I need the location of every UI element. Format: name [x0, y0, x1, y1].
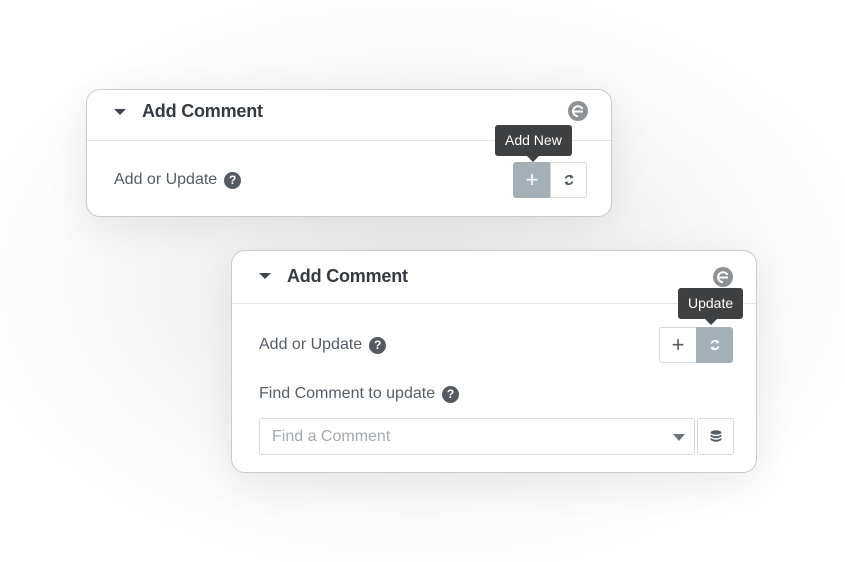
help-icon[interactable]: ?	[442, 385, 460, 403]
add-comment-panel-add: Add Comment Add or Update ? Add New +	[86, 89, 612, 217]
plus-icon: +	[525, 167, 539, 192]
field-label-text: Find Comment to update	[259, 385, 436, 402]
refresh-icon	[710, 339, 719, 351]
plus-icon: +	[671, 332, 685, 357]
add-or-update-toggle: +	[513, 162, 587, 198]
refresh-icon	[564, 174, 573, 186]
panel-title: Add Comment	[287, 266, 408, 286]
update-button[interactable]	[696, 327, 733, 363]
tooltip-update: Update	[678, 288, 744, 325]
database-icon	[710, 429, 721, 442]
add-or-update-toggle: +	[659, 327, 733, 363]
tooltip-add-new: Add New	[495, 125, 572, 162]
panel-title: Add Comment	[142, 101, 263, 121]
elementor-logo-icon	[713, 267, 733, 287]
find-comment-select[interactable]: Find a Comment	[259, 418, 695, 455]
caret-down-icon[interactable]	[114, 109, 126, 115]
caret-down-icon[interactable]	[259, 273, 271, 279]
find-comment-placeholder: Find a Comment	[272, 428, 391, 445]
add-new-button[interactable]: +	[513, 162, 550, 198]
dynamic-tags-button[interactable]	[697, 418, 734, 455]
add-new-button[interactable]: +	[659, 327, 696, 363]
update-button[interactable]	[550, 162, 587, 198]
add-comment-panel-update: Add Comment Update Add or Update ? + Fin…	[231, 250, 757, 473]
field-label-text: Add or Update	[259, 336, 363, 353]
dropdown-arrow-icon	[673, 434, 685, 441]
field-label-text: Add or Update	[114, 171, 218, 188]
field-label-add-or-update: Add or Update ?	[114, 171, 242, 189]
help-icon[interactable]: ?	[369, 336, 387, 354]
help-icon[interactable]: ?	[224, 171, 242, 189]
field-label-find-comment: Find Comment to update ?	[259, 385, 460, 403]
field-label-add-or-update: Add or Update ?	[259, 336, 387, 354]
elementor-logo-icon	[568, 101, 588, 121]
